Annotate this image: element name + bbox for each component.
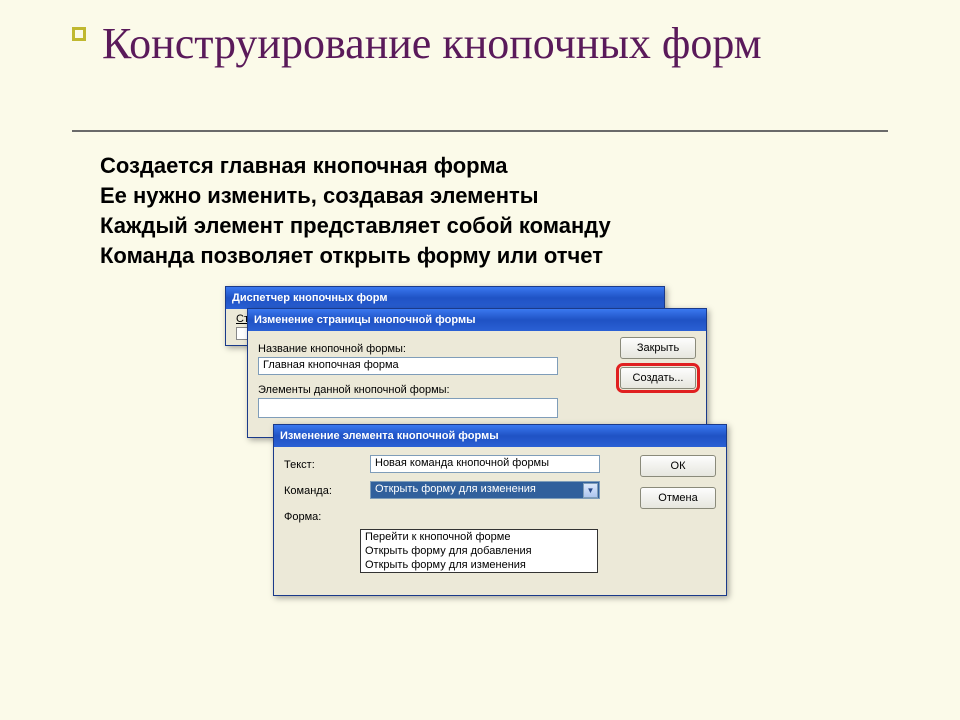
titlebar[interactable]: Диспетчер кнопочных форм (226, 287, 664, 309)
form-label: Форма: (284, 511, 362, 523)
window-title: Изменение страницы кнопочной формы (254, 314, 476, 326)
dropdown-option[interactable]: Перейти к кнопочной форме (361, 530, 597, 544)
close-button-label: Закрыть (637, 342, 679, 354)
slide-title: Конструирование кнопочных форм (102, 19, 862, 68)
slide-body: Создается главная кнопочная форма Ее нуж… (100, 152, 860, 273)
create-button[interactable]: Создать... (620, 367, 696, 389)
bullet-2: Ее нужно изменить, создавая элементы (100, 182, 860, 210)
screenshot-stack: Диспетчер кнопочных форм Стр Глав Измене… (225, 286, 735, 606)
bullet-4: Команда позволяет открыть форму или отче… (100, 242, 860, 270)
cancel-button[interactable]: Отмена (640, 487, 716, 509)
bullet-3: Каждый элемент представляет собой команд… (100, 212, 860, 240)
command-label: Команда: (284, 485, 362, 497)
text-input[interactable]: Новая команда кнопочной формы (370, 455, 600, 473)
command-combobox[interactable]: Открыть форму для изменения ▼ (370, 481, 600, 499)
bullet-1: Создается главная кнопочная форма (100, 152, 860, 180)
command-dropdown-list[interactable]: Перейти к кнопочной форме Открыть форму … (360, 529, 598, 573)
form-name-input[interactable]: Главная кнопочная форма (258, 357, 558, 375)
dropdown-option[interactable]: Открыть форму для изменения (361, 558, 597, 572)
dropdown-option[interactable]: Открыть форму для добавления (361, 544, 597, 558)
chevron-down-icon[interactable]: ▼ (583, 483, 598, 498)
form-name-label: Название кнопочной формы: (258, 343, 558, 355)
text-label: Текст: (284, 459, 362, 471)
window-edit-element: Изменение элемента кнопочной формы Текст… (273, 424, 727, 596)
ok-button-label: ОК (671, 460, 686, 472)
window-edit-page: Изменение страницы кнопочной формы Назва… (247, 308, 707, 438)
command-selected: Открыть форму для изменения (371, 482, 599, 498)
titlebar[interactable]: Изменение элемента кнопочной формы (274, 425, 726, 447)
button-column: ОК Отмена (640, 455, 716, 509)
create-button-label: Создать... (633, 372, 684, 384)
button-column: Закрыть Создать... (620, 337, 696, 389)
cancel-button-label: Отмена (658, 492, 697, 504)
title-underline (72, 130, 888, 132)
elements-listbox[interactable] (258, 398, 558, 418)
window-title: Изменение элемента кнопочной формы (280, 430, 499, 442)
close-button[interactable]: Закрыть (620, 337, 696, 359)
ok-button[interactable]: ОК (640, 455, 716, 477)
titlebar[interactable]: Изменение страницы кнопочной формы (248, 309, 706, 331)
elements-label: Элементы данной кнопочной формы: (258, 384, 558, 396)
decorative-square (72, 27, 86, 41)
window-title: Диспетчер кнопочных форм (232, 292, 387, 304)
